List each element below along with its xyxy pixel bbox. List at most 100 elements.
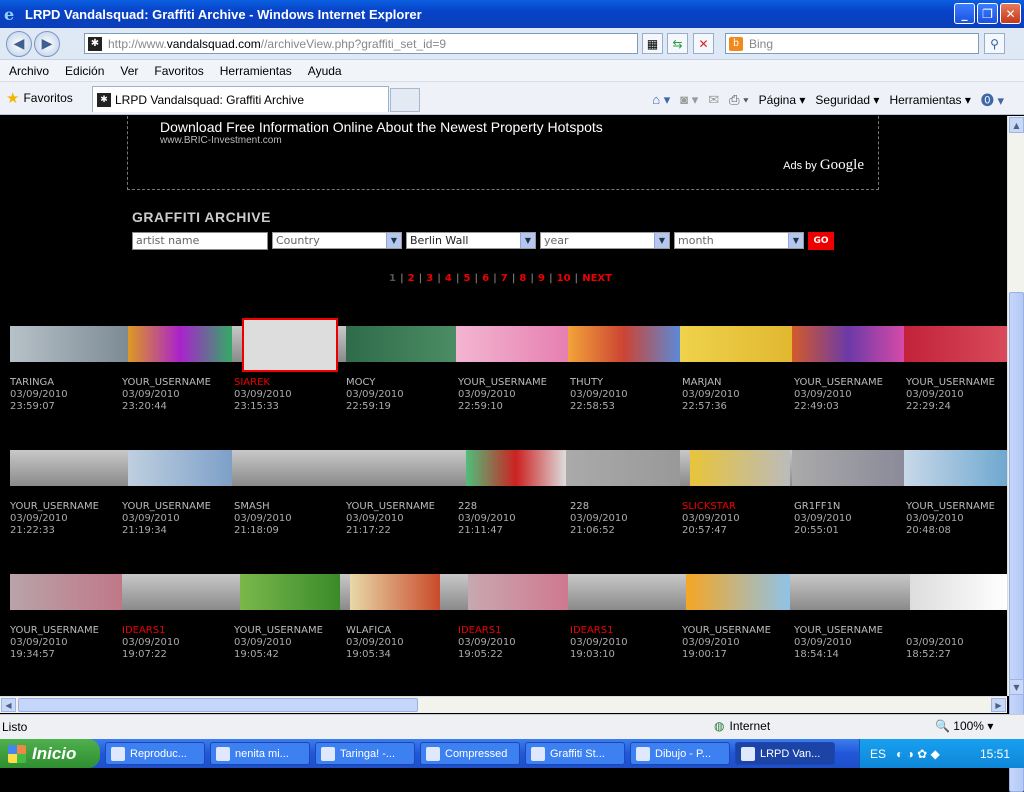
menu-favoritos[interactable]: Favoritos [145,64,210,78]
page-link[interactable]: 6 [478,273,493,284]
vertical-scrollbar[interactable]: ▲ ▼ [1007,116,1024,792]
back-button[interactable]: ◀ [6,31,32,57]
zoom-level[interactable]: 🔍 100% ▾ [935,719,993,733]
graffiti-thumbnail[interactable] [690,450,790,486]
maximize-button[interactable]: ❐ [977,3,998,24]
archive-entry[interactable]: MOCY 03/09/2010 22:59:19 [346,377,404,413]
horizontal-scrollbar[interactable]: ◀ ▶ [0,696,1007,713]
artist-name[interactable]: GR1FF1N [794,501,852,513]
close-button[interactable]: ✕ [1000,3,1021,24]
minimize-button[interactable]: _ [954,3,975,24]
page-link[interactable]: 7 [497,273,512,284]
artist-name[interactable]: YOUR_USERNAME [458,377,547,389]
graffiti-thumbnail[interactable] [350,574,440,610]
graffiti-thumbnail[interactable] [456,326,568,362]
menu-archivo[interactable]: Archivo [0,64,56,78]
menu-ver[interactable]: Ver [111,64,145,78]
archive-entry[interactable]: SLICKSTAR 03/09/2010 20:57:47 [682,501,740,537]
artist-name[interactable]: MARJAN [682,377,740,389]
menu-herramientas[interactable]: Herramientas [211,64,299,78]
taskbar-item[interactable]: Dibujo - P... [630,742,730,765]
language-indicator[interactable]: ES [860,747,896,761]
archive-entry[interactable]: IDEARS1 03/09/2010 19:03:10 [570,625,628,661]
archive-entry[interactable]: YOUR_USERNAME 03/09/2010 18:54:14 [794,625,883,661]
archive-entry[interactable]: YOUR_USERNAME 03/09/2010 21:22:33 [10,501,99,537]
graffiti-thumbnail[interactable] [10,574,122,610]
graffiti-thumbnail[interactable] [466,450,566,486]
archive-entry[interactable]: YOUR_USERNAME 03/09/2010 22:59:10 [458,377,547,413]
graffiti-thumbnail[interactable] [10,326,128,362]
favorites-button[interactable]: ★ Favoritos [6,89,73,107]
graffiti-thumbnail[interactable] [904,326,1007,362]
archive-entry[interactable]: YOUR_USERNAME 03/09/2010 19:00:17 [682,625,771,661]
forward-button[interactable]: ▶ [34,31,60,57]
scroll-right-icon[interactable]: ▶ [991,698,1006,712]
hscroll-thumb[interactable] [18,698,418,712]
graffiti-thumbnail[interactable] [680,326,792,362]
artist-name[interactable]: SMASH [234,501,292,513]
archive-entry[interactable]: IDEARS1 03/09/2010 19:05:22 [458,625,516,661]
archive-entry[interactable]: YOUR_USERNAME 03/09/2010 20:48:08 [906,501,995,537]
artist-name[interactable]: YOUR_USERNAME [10,625,99,637]
search-icon[interactable]: ⚲ [984,33,1005,54]
page-link[interactable]: 3 [422,273,437,284]
graffiti-thumbnail[interactable] [128,450,232,486]
taskbar-item[interactable]: Taringa! -... [315,742,415,765]
help-icon[interactable]: ⓿ ▾ [981,90,1004,109]
archive-entry[interactable]: YOUR_USERNAME 03/09/2010 22:29:24 [906,377,995,413]
page-link[interactable]: 9 [534,273,549,284]
archive-entry[interactable]: SIAREK 03/09/2010 23:15:33 [234,377,292,413]
compat-view-icon[interactable]: ▦ [642,33,663,54]
artist-name[interactable]: YOUR_USERNAME [346,501,435,513]
scroll-up-icon[interactable]: ▲ [1009,117,1024,133]
artist-name[interactable]: YOUR_USERNAME [10,501,99,513]
stop-icon[interactable]: ✕ [693,33,714,54]
archive-entry[interactable]: YOUR_USERNAME 03/09/2010 19:34:57 [10,625,99,661]
feeds-icon[interactable]: ◙ ▾ [680,92,698,108]
artist-name[interactable]: IDEARS1 [570,625,628,637]
menu-ayuda[interactable]: Ayuda [299,64,349,78]
graffiti-thumbnail[interactable] [904,450,1007,486]
country-select[interactable]: Country ▼ [272,232,402,249]
command-pagina[interactable]: Página ▾ [759,93,806,107]
archive-entry[interactable]: YOUR_USERNAME 03/09/2010 21:17:22 [346,501,435,537]
archive-entry[interactable]: YOUR_USERNAME 03/09/2010 19:05:42 [234,625,323,661]
home-icon[interactable]: ⌂ ▾ [652,92,670,108]
artist-name[interactable]: YOUR_USERNAME [234,625,323,637]
taskbar-item[interactable]: Graffiti St... [525,742,625,765]
taskbar-item[interactable]: nenita mi... [210,742,310,765]
artist-name[interactable]: TARINGA [10,377,68,389]
graffiti-thumbnail[interactable] [910,574,1007,610]
graffiti-thumbnail[interactable] [468,574,568,610]
ad-title[interactable]: Download Free Information Online About t… [160,119,603,135]
command-seguridad[interactable]: Seguridad ▾ [815,93,879,107]
taskbar-item[interactable]: Compressed [420,742,520,765]
page-link[interactable]: 8 [515,273,530,284]
month-select[interactable]: month ▼ [674,232,804,249]
tab-active[interactable]: ✱ LRPD Vandalsquad: Graffiti Archive [92,86,389,112]
new-tab-button[interactable] [390,88,420,112]
archive-entry[interactable]: MARJAN 03/09/2010 22:57:36 [682,377,740,413]
graffiti-thumbnail[interactable] [792,326,904,362]
page-link[interactable]: 10 [553,273,575,284]
artist-name[interactable]: YOUR_USERNAME [906,377,995,389]
artist-name[interactable]: MOCY [346,377,404,389]
archive-entry[interactable]: SMASH 03/09/2010 21:18:09 [234,501,292,537]
start-button[interactable]: Inicio [0,739,100,768]
archive-entry[interactable]: GR1FF1N 03/09/2010 20:55:01 [794,501,852,537]
artist-name[interactable]: YOUR_USERNAME [682,625,771,637]
artist-name-input[interactable]: artist name [132,232,268,250]
city-select[interactable]: Berlin Wall ▼ [406,232,536,249]
graffiti-thumbnail[interactable] [686,574,790,610]
graffiti-thumbnail[interactable] [240,574,340,610]
menu-edicion[interactable]: Edición [56,64,111,78]
year-select[interactable]: year ▼ [540,232,670,249]
print-icon[interactable]: ⎙ ▾ [729,92,748,108]
page-link[interactable]: 4 [441,273,456,284]
graffiti-thumbnail[interactable] [566,450,680,486]
go-button[interactable]: GO [808,232,834,250]
archive-entry[interactable]: TARINGA 03/09/2010 23:59:07 [10,377,68,413]
graffiti-thumbnail[interactable] [346,326,456,362]
artist-name[interactable] [906,625,964,637]
search-input[interactable]: b Bing [725,33,979,54]
